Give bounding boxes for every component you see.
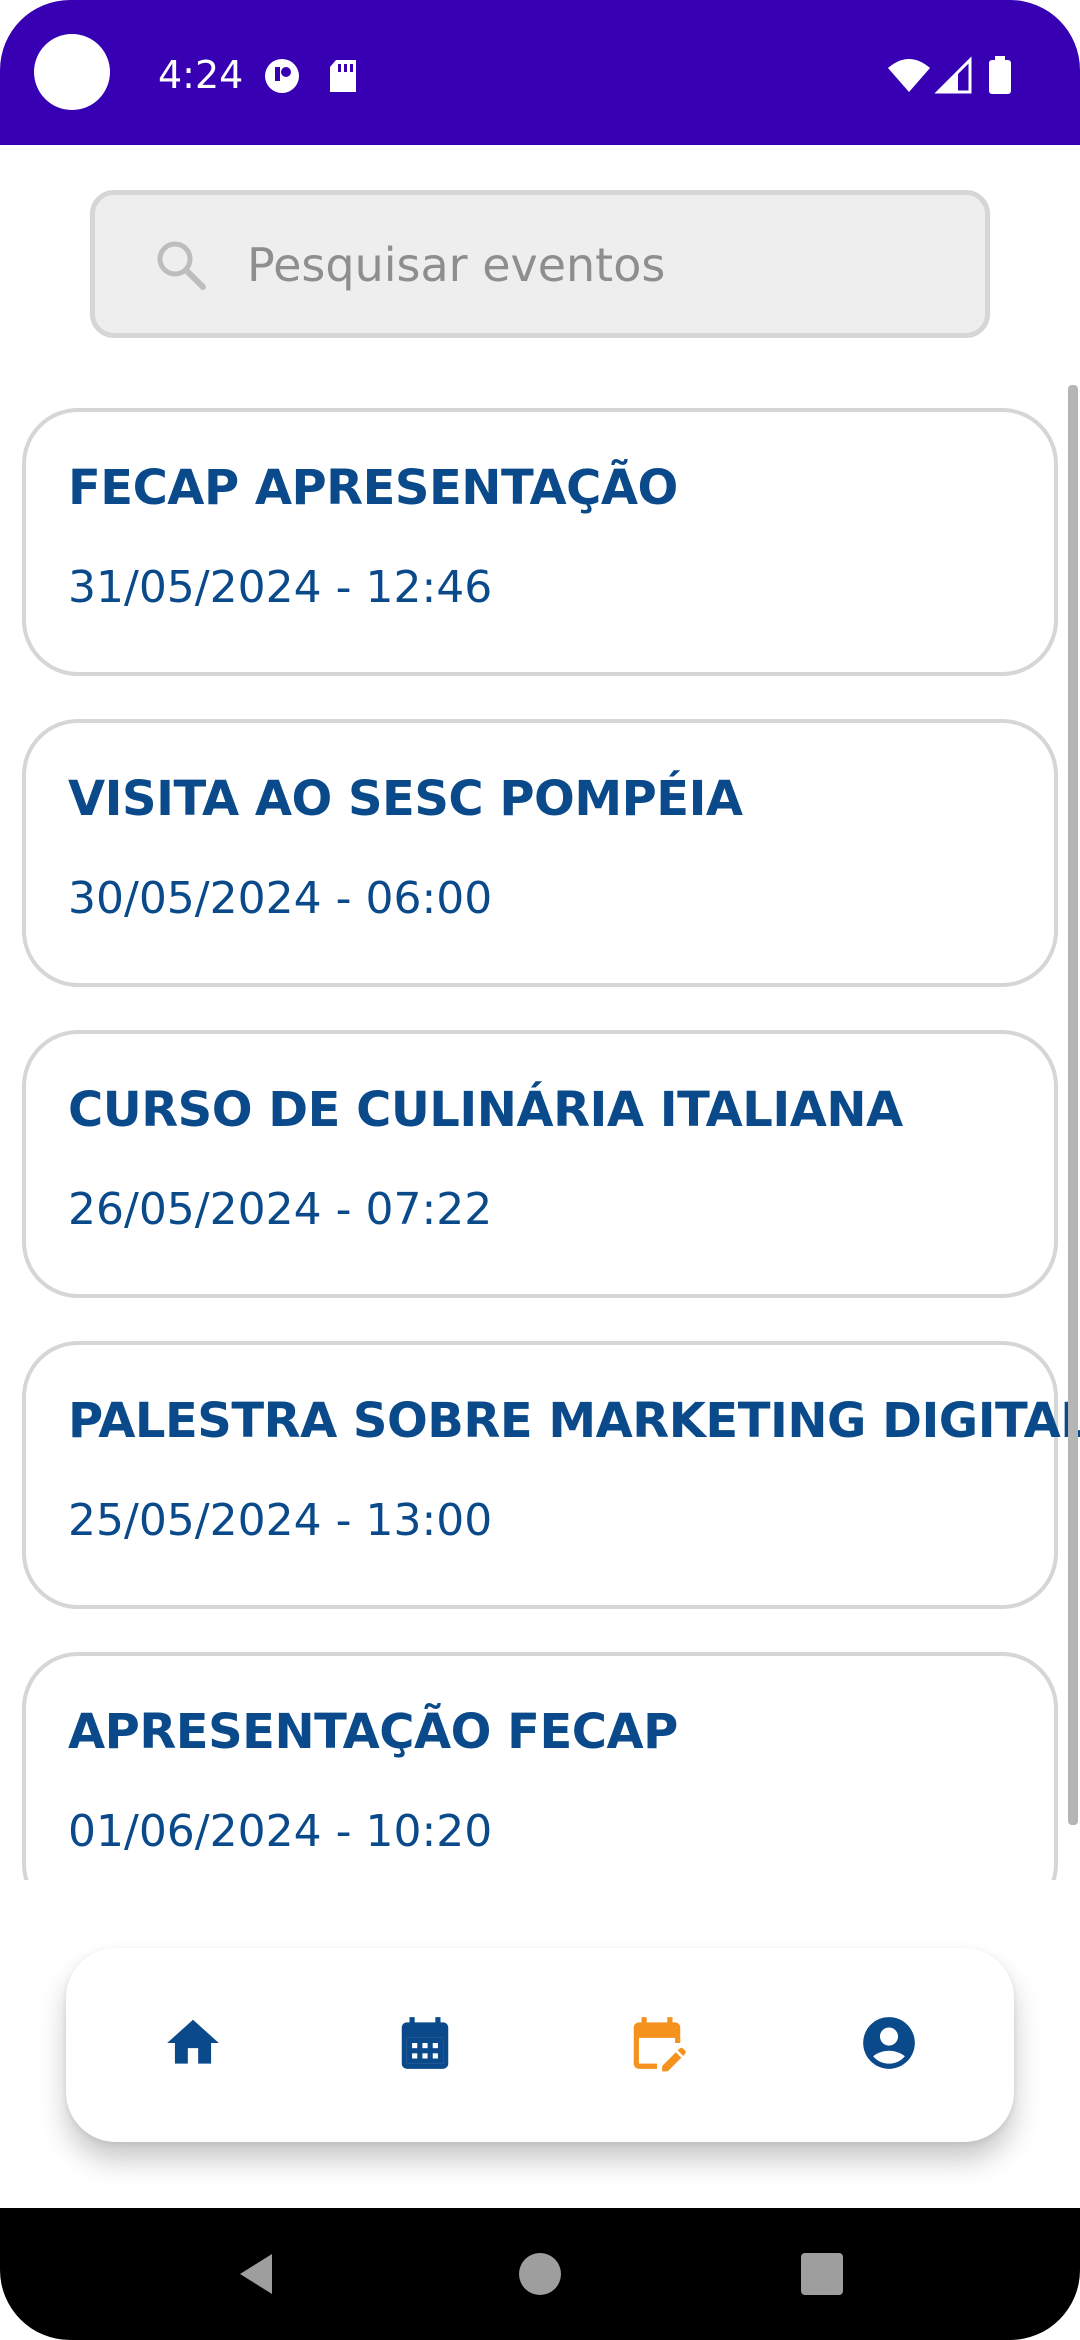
status-time: 4:24 [158,53,244,97]
recents-icon [800,2252,844,2300]
event-card[interactable]: PALESTRA SOBRE MARKETING DIGITAL 25/05/2… [22,1341,1080,1609]
event-title: FECAP APRESENTAÇÃO [68,460,678,516]
nav-calendar[interactable] [365,1985,485,2105]
bottom-nav [66,1948,1014,2142]
scrollbar[interactable] [1068,385,1078,1825]
event-datetime: 26/05/2024 - 07:22 [68,1184,493,1235]
calendar-edit-icon [626,2012,688,2078]
search-icon [153,237,209,293]
home-icon [162,2012,224,2078]
status-bar: 4:24 [0,0,1080,145]
system-navigation-bar [0,2208,1080,2340]
back-icon [236,2252,276,2300]
home-button[interactable] [510,2246,570,2306]
notification-icon [262,56,302,96]
nav-edit-calendar[interactable] [597,1985,717,2105]
event-title: CURSO DE CULINÁRIA ITALIANA [68,1082,903,1138]
camera-cutout [34,34,110,110]
event-title: VISITA AO SESC POMPÉIA [68,771,743,827]
wifi-icon [886,56,932,96]
calendar-icon [394,2012,456,2078]
event-title: PALESTRA SOBRE MARKETING DIGITAL [68,1393,1080,1449]
search-bar[interactable] [90,190,990,338]
signal-icon [934,56,974,96]
event-datetime: 30/05/2024 - 06:00 [68,873,493,924]
account-circle-icon [858,2012,920,2078]
nav-profile[interactable] [829,1985,949,2105]
events-list[interactable]: FECAP APRESENTAÇÃO 31/05/2024 - 12:46 VI… [0,400,1080,1880]
event-datetime: 31/05/2024 - 12:46 [68,562,493,613]
event-datetime: 01/06/2024 - 10:20 [68,1806,493,1857]
event-datetime: 25/05/2024 - 13:00 [68,1495,493,1546]
battery-icon [986,56,1014,96]
sd-card-icon [324,56,364,96]
nav-home[interactable] [133,1985,253,2105]
event-title: APRESENTAÇÃO FECAP [68,1704,678,1760]
back-button[interactable] [226,2246,286,2306]
recents-button[interactable] [792,2246,852,2306]
event-card[interactable]: FECAP APRESENTAÇÃO 31/05/2024 - 12:46 [22,408,1058,676]
search-input[interactable] [245,225,945,305]
event-card[interactable]: APRESENTAÇÃO FECAP 01/06/2024 - 10:20 [22,1652,1058,1880]
event-card[interactable]: CURSO DE CULINÁRIA ITALIANA 26/05/2024 -… [22,1030,1058,1298]
home-circle-icon [518,2252,562,2300]
event-card[interactable]: VISITA AO SESC POMPÉIA 30/05/2024 - 06:0… [22,719,1058,987]
